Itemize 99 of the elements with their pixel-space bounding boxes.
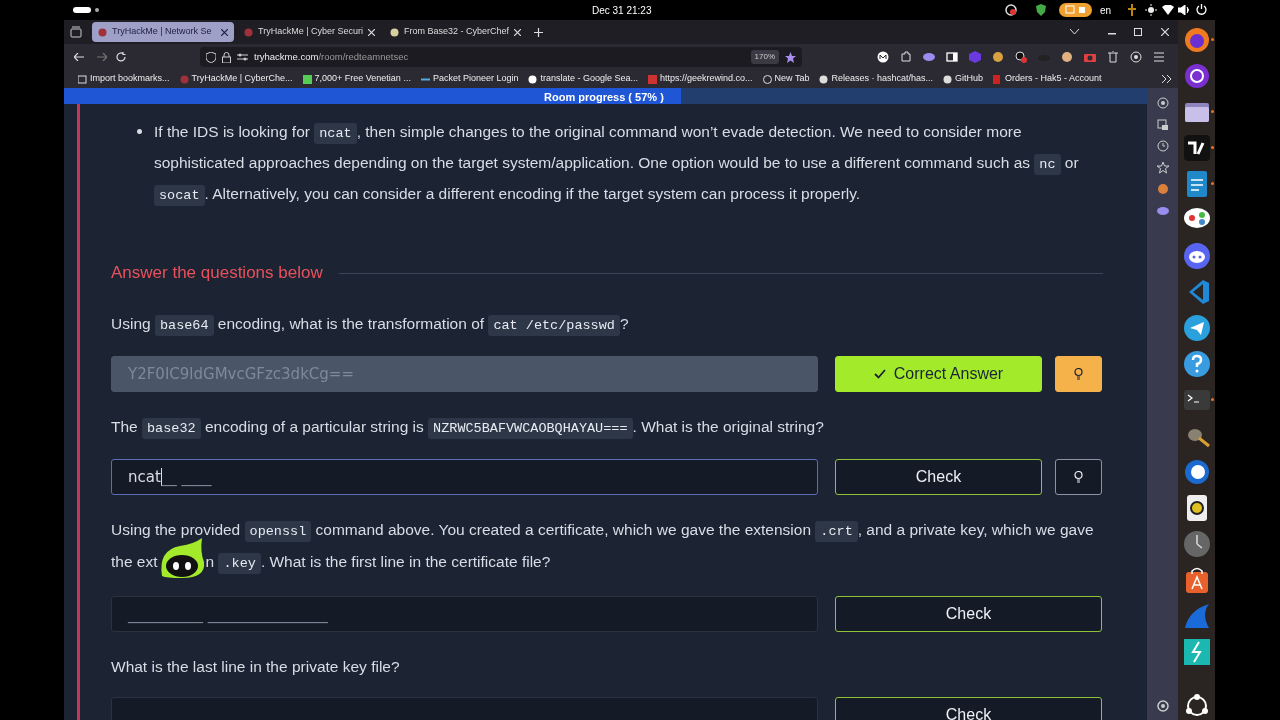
chart-app-icon[interactable]	[1182, 134, 1211, 162]
favicon-icon	[943, 74, 952, 84]
answer-field[interactable]: ncat__ ____	[111, 459, 818, 495]
favicon-icon	[244, 27, 253, 37]
favicon-icon	[762, 74, 772, 84]
section-heading: Answer the questions below	[111, 262, 323, 285]
settings-icon[interactable]	[1157, 700, 1169, 712]
language-indicator[interactable]: en	[1100, 3, 1112, 18]
check-button[interactable]: Check	[835, 459, 1042, 495]
shield-icon[interactable]	[1035, 4, 1047, 16]
browser-tab[interactable]: From Base32 - CyberChef	[384, 22, 526, 42]
chevron-down-icon[interactable]	[1070, 29, 1079, 35]
workspace-indicator-icon[interactable]	[73, 7, 99, 13]
tab-title: TryHackMe | Cyber Securi	[258, 25, 364, 39]
bullet-text: If the IDS is looking for ncat , then simple changes to the original command won’t evade detection. We need to consider more sophisticated approaches depending on the target system/application. One option would be to use a different command such as nc or socat . Alternatively, you can consider a different encoding if the target system can process it properly.	[154, 117, 1084, 210]
star-icon[interactable]	[785, 51, 796, 63]
clock[interactable]: Dec 31 21:23	[592, 3, 652, 18]
bookmark[interactable]: 7,000+ Free Venetian ...	[302, 72, 411, 86]
lightbulb-icon	[1074, 368, 1083, 380]
close-icon[interactable]	[221, 28, 228, 36]
bookmark[interactable]: Releases · hashcat/has...	[819, 72, 933, 86]
history-icon[interactable]	[1157, 140, 1169, 152]
bookmark[interactable]: https://geekrewind.co...	[648, 72, 753, 86]
shield-icon	[206, 51, 216, 63]
extensions-icon[interactable]	[900, 51, 912, 63]
favicon-icon	[993, 74, 1002, 84]
send-icon[interactable]	[1182, 314, 1211, 342]
bookmark[interactable]: TryHackMe | CyberChe...	[179, 72, 293, 86]
tab-title: TryHackMe | Network Se	[112, 25, 213, 39]
settings-icon[interactable]	[1157, 97, 1169, 109]
favicon-icon	[819, 74, 829, 84]
extension-icon[interactable]	[1061, 51, 1073, 63]
star-icon[interactable]	[1157, 161, 1169, 174]
check-icon	[873, 369, 886, 379]
brightness-icon[interactable]	[1145, 4, 1157, 16]
profile-icon[interactable]	[877, 51, 889, 63]
hint-button[interactable]	[1055, 459, 1102, 495]
bookmark[interactable]: New Tab	[762, 72, 810, 86]
forward-icon[interactable]	[97, 53, 107, 61]
tab-title: From Base32 - CyberChef	[404, 25, 510, 39]
question-text: The base32 encoding of a particular string is NZRWC5BAFVWCAOBQHAYAU=== . What is the original string?	[111, 412, 1101, 443]
clock-icon[interactable]	[1182, 530, 1211, 558]
accessibility-icon[interactable]	[1128, 4, 1136, 16]
favicon-icon	[648, 74, 657, 84]
sync-icon[interactable]	[1157, 118, 1169, 131]
favicon-icon	[390, 27, 399, 37]
question-text: Using base64 encoding, what is the transformation of cat /etc/passwd ?	[111, 309, 1101, 340]
status-icon[interactable]	[1005, 4, 1017, 16]
menu-icon[interactable]	[1153, 51, 1165, 63]
question-text: Using the provided openssl command above. You created a certificate, which we gave the extension .crt , and a private key, which we gave the ext n .key . What is the first line in the certificate file?	[111, 515, 1101, 580]
volume-icon[interactable]	[1178, 5, 1190, 15]
minimize-icon[interactable]	[1108, 33, 1116, 35]
bookmark[interactable]: Import bookmarks...	[78, 72, 170, 86]
mail-icon[interactable]	[1182, 458, 1211, 486]
bookmark[interactable]: translate - Google Sea...	[528, 72, 638, 86]
camera-icon[interactable]	[1084, 51, 1096, 63]
favicon-icon	[98, 27, 107, 37]
extension-icon[interactable]	[1130, 51, 1142, 63]
correct-answer-button[interactable]: Correct Answer	[835, 356, 1042, 392]
overflow-chevron-icon[interactable]	[1162, 75, 1171, 83]
favicon-icon	[78, 74, 87, 84]
extension-icon[interactable]	[992, 51, 1004, 63]
reload-icon[interactable]	[116, 52, 126, 62]
zoom-level[interactable]: 170%	[750, 50, 779, 64]
bookmark[interactable]: GitHub	[943, 72, 983, 86]
favicon-icon	[302, 74, 312, 84]
answer-field[interactable]: __________ ________________	[111, 596, 818, 632]
bookmark[interactable]: Packet Pioneer Login	[420, 72, 519, 86]
back-icon[interactable]	[74, 53, 84, 61]
screen-share-icon[interactable]	[1059, 3, 1092, 17]
lightbulb-icon	[1074, 471, 1083, 483]
extension-icon[interactable]	[1015, 51, 1027, 63]
sidebar-icon[interactable]	[946, 51, 958, 63]
chat-app-icon[interactable]	[1182, 242, 1211, 270]
new-tab-icon[interactable]	[534, 27, 543, 37]
bookmark[interactable]: Orders - Hak5 - Account	[993, 72, 1102, 86]
permissions-icon	[237, 53, 248, 61]
lock-icon	[222, 51, 231, 63]
check-button[interactable]: Check	[835, 596, 1102, 632]
question-text: What is the last line in the private key file?	[111, 657, 401, 677]
progress-label: Room progress ( 57% )	[544, 90, 664, 105]
maximize-icon[interactable]	[1134, 28, 1142, 36]
browser-tab[interactable]: TryHackMe | Cyber Securi	[238, 22, 380, 42]
wifi-icon[interactable]	[1162, 5, 1174, 15]
help-icon[interactable]	[1182, 350, 1211, 378]
bullet-icon	[137, 129, 142, 134]
trash-icon[interactable]	[1107, 51, 1119, 63]
url-text: tryhackme.com/room/redteamnetsec	[254, 49, 409, 64]
tab-list-icon[interactable]	[70, 26, 82, 38]
browser-tab[interactable]: TryHackMe | Network Se	[92, 22, 234, 42]
address-bar[interactable]: tryhackme.com/room/redteamnetsec 170%	[200, 47, 802, 67]
favicon-icon	[528, 74, 538, 84]
hint-button[interactable]	[1055, 356, 1102, 392]
power-icon[interactable]	[1196, 4, 1207, 15]
lightning-icon[interactable]	[1182, 638, 1211, 666]
shark-fin-icon[interactable]	[1182, 602, 1211, 630]
check-button[interactable]: Check	[835, 697, 1102, 720]
browser-icon[interactable]	[1182, 62, 1211, 90]
favicon-icon	[179, 74, 189, 84]
